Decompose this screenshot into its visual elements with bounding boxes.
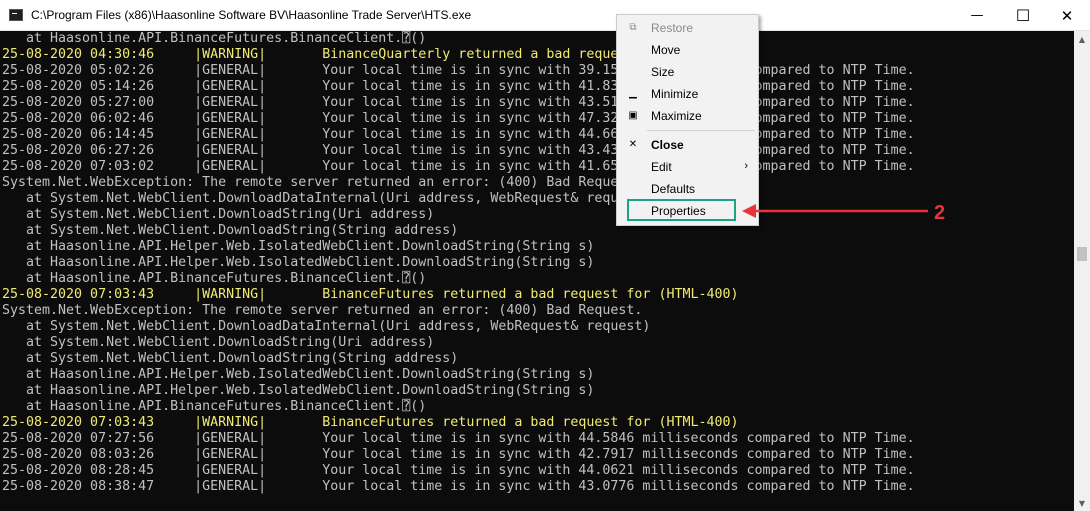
console-line: at Haasonline.API.BinanceFutures.Binance…: [2, 271, 427, 286]
minimize-icon: —: [970, 8, 984, 23]
console-line: at Haasonline.API.Helper.Web.IsolatedWeb…: [2, 367, 595, 382]
close-button[interactable]: ✕: [1044, 0, 1090, 31]
console-line: System.Net.WebException: The remote serv…: [2, 175, 643, 190]
console-line: at System.Net.WebClient.DownloadString(U…: [2, 207, 435, 222]
callout-arrowhead: [742, 204, 756, 218]
console-line: 25-08-2020 08:03:26 |GENERAL| Your local…: [2, 447, 915, 462]
title-bar[interactable]: C:\Program Files (x86)\Haasonline Softwa…: [0, 0, 1090, 31]
maximize-icon: ▣: [628, 110, 638, 121]
menu-item-size[interactable]: Size: [617, 61, 758, 83]
console-line: 25-08-2020 06:27:26 |GENERAL| Your local…: [2, 143, 915, 158]
menu-item-label: Defaults: [651, 182, 696, 196]
menu-item-label: Close: [651, 138, 684, 152]
callout-annotation: 2: [742, 202, 945, 224]
menu-item-label: Restore: [651, 21, 694, 35]
menu-item-edit[interactable]: Edit ›: [617, 156, 758, 178]
properties-highlight-box: [627, 199, 736, 221]
menu-item-close[interactable]: ✕ Close: [617, 134, 758, 156]
scrollbar-thumb[interactable]: [1077, 247, 1087, 261]
menu-item-move[interactable]: Move: [617, 39, 758, 61]
console-line: at System.Net.WebClient.DownloadString(U…: [2, 335, 435, 350]
vertical-scrollbar[interactable]: ▲ ▼: [1074, 31, 1090, 511]
menu-item-defaults[interactable]: Defaults: [617, 178, 758, 200]
menu-item-label: Minimize: [651, 87, 699, 101]
menu-item-label: Size: [651, 65, 675, 79]
console-line: at System.Net.WebClient.DownloadDataInte…: [2, 191, 651, 206]
close-icon: ✕: [628, 139, 638, 150]
console-line: at System.Net.WebClient.DownloadDataInte…: [2, 319, 651, 334]
maximize-button[interactable]: ☐: [1000, 0, 1046, 31]
console-line: System.Net.WebException: The remote serv…: [2, 303, 643, 318]
console-line: at Haasonline.API.Helper.Web.IsolatedWeb…: [2, 239, 595, 254]
console-line: 25-08-2020 05:02:26 |GENERAL| Your local…: [2, 63, 915, 78]
console-line: 25-08-2020 06:02:46 |GENERAL| Your local…: [2, 111, 915, 126]
restore-icon: ⧉: [629, 22, 637, 33]
console-line: 25-08-2020 07:03:43 |WARNING| BinanceFut…: [2, 287, 739, 302]
submenu-arrow-icon: ›: [744, 160, 748, 172]
console-line: 25-08-2020 08:38:47 |GENERAL| Your local…: [2, 479, 915, 494]
console-line: 25-08-2020 05:14:26 |GENERAL| Your local…: [2, 79, 915, 94]
menu-item-label: Maximize: [651, 109, 702, 123]
console-line: 25-08-2020 06:14:45 |GENERAL| Your local…: [2, 127, 915, 142]
console-line: at System.Net.WebClient.DownloadString(S…: [2, 223, 459, 238]
menu-item-maximize[interactable]: ▣ Maximize: [617, 105, 758, 127]
console-line: 25-08-2020 05:27:00 |GENERAL| Your local…: [2, 95, 915, 110]
console-line: at Haasonline.API.BinanceFutures.Binance…: [2, 31, 427, 46]
console-line: at System.Net.WebClient.DownloadString(S…: [2, 351, 459, 366]
close-icon: ✕: [1060, 6, 1074, 25]
console-app-icon[interactable]: [9, 9, 23, 21]
console-line: 25-08-2020 07:03:43 |WARNING| BinanceFut…: [2, 415, 739, 430]
console-output[interactable]: at Haasonline.API.BinanceFutures.Binance…: [0, 31, 1074, 511]
console-line: 25-08-2020 07:03:02 |GENERAL| Your local…: [2, 159, 915, 174]
menu-item-label: Move: [651, 43, 681, 57]
maximize-icon: ☐: [1015, 6, 1031, 25]
menu-item-minimize[interactable]: ▁ Minimize: [617, 83, 758, 105]
scroll-up-icon[interactable]: ▲: [1074, 31, 1090, 47]
callout-number: 2: [934, 202, 945, 224]
system-context-menu: ⧉ Restore Move Size ▁ Minimize ▣ Maximize ✕ Close…: [616, 14, 759, 226]
console-line: at Haasonline.API.BinanceFutures.Binance…: [2, 399, 427, 414]
menu-item-restore: ⧉ Restore: [617, 17, 758, 39]
console-line: at Haasonline.API.Helper.Web.IsolatedWeb…: [2, 255, 595, 270]
minimize-icon: ▁: [629, 88, 637, 99]
menu-item-label: Edit: [651, 160, 672, 174]
window-title: C:\Program Files (x86)\Haasonline Softwa…: [31, 8, 472, 22]
menu-separator: [647, 130, 755, 131]
console-line: at Haasonline.API.Helper.Web.IsolatedWeb…: [2, 383, 595, 398]
minimize-button[interactable]: —: [954, 0, 1000, 31]
console-line: 25-08-2020 07:27:56 |GENERAL| Your local…: [2, 431, 915, 446]
scroll-down-icon[interactable]: ▼: [1074, 495, 1090, 511]
console-line: 25-08-2020 08:28:45 |GENERAL| Your local…: [2, 463, 915, 478]
